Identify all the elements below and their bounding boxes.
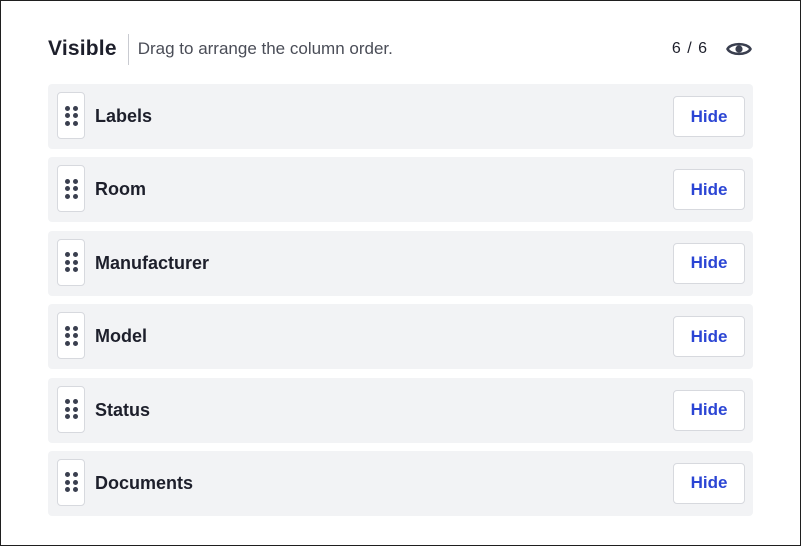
header-divider bbox=[127, 33, 129, 65]
column-row-manufacturer[interactable]: Manufacturer Hide bbox=[48, 230, 753, 296]
column-row-documents[interactable]: Documents Hide bbox=[48, 450, 753, 516]
column-label: Status bbox=[95, 399, 151, 420]
column-row-model[interactable]: Model Hide bbox=[48, 304, 753, 370]
drag-handle-icon[interactable] bbox=[57, 92, 85, 139]
column-label: Documents bbox=[95, 472, 194, 493]
drag-handle-icon[interactable] bbox=[57, 312, 85, 360]
drag-handle-icon[interactable] bbox=[57, 238, 85, 286]
panel-subtitle: Drag to arrange the column order. bbox=[137, 39, 393, 58]
column-label: Labels bbox=[95, 106, 153, 126]
visible-count: 6 / 6 bbox=[671, 40, 708, 57]
column-list: Labels Hide Room Hide Manufacturer Hide … bbox=[48, 84, 753, 524]
drag-handle-icon[interactable] bbox=[57, 165, 85, 213]
column-visibility-panel: Visible Drag to arrange the column order… bbox=[0, 0, 801, 546]
column-row-status[interactable]: Status Hide bbox=[48, 377, 753, 443]
column-row-room[interactable]: Room Hide bbox=[48, 157, 753, 223]
column-row-labels[interactable]: Labels Hide bbox=[48, 84, 753, 149]
column-label: Manufacturer bbox=[95, 252, 210, 273]
panel-header: Visible Drag to arrange the column order… bbox=[48, 33, 752, 65]
hide-button[interactable]: Hide bbox=[673, 462, 745, 504]
drag-handle-icon[interactable] bbox=[57, 385, 85, 433]
column-label: Model bbox=[95, 326, 147, 347]
column-label: Room bbox=[95, 179, 146, 200]
hide-button[interactable]: Hide bbox=[673, 242, 745, 284]
hide-button[interactable]: Hide bbox=[673, 316, 745, 358]
hide-button[interactable]: Hide bbox=[673, 169, 745, 211]
eye-icon[interactable] bbox=[726, 39, 752, 59]
hide-button[interactable]: Hide bbox=[673, 96, 745, 137]
drag-handle-icon[interactable] bbox=[57, 458, 85, 506]
panel-title: Visible bbox=[48, 37, 117, 60]
hide-button[interactable]: Hide bbox=[673, 389, 745, 431]
